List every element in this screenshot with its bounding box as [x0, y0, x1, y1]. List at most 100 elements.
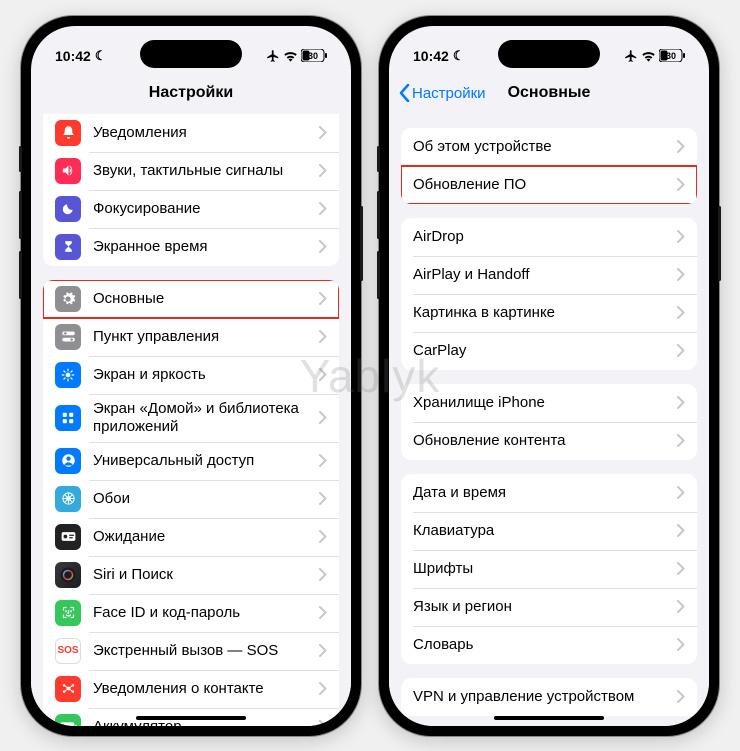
standby-icon: [55, 524, 81, 550]
settings-row[interactable]: Экранное время: [43, 228, 339, 266]
sos-icon: SOS: [55, 638, 81, 664]
bell-icon: [55, 120, 81, 146]
settings-row[interactable]: Siri и Поиск: [43, 556, 339, 594]
settings-row[interactable]: Ожидание: [43, 518, 339, 556]
status-icons: 30: [266, 49, 327, 63]
chevron-right-icon: [319, 492, 327, 505]
row-label: Экстренный вызов — SOS: [93, 642, 313, 660]
settings-row[interactable]: Словарь: [401, 626, 697, 664]
chevron-right-icon: [319, 202, 327, 215]
row-label: Экранное время: [93, 238, 313, 256]
dynamic-island: [140, 40, 242, 68]
chevron-right-icon: [319, 530, 327, 543]
general-list[interactable]: Об этом устройстве Обновление ПО AirDrop Ai…: [389, 114, 709, 726]
chevron-right-icon: [319, 292, 327, 305]
chevron-right-icon: [677, 396, 685, 409]
settings-row[interactable]: Дата и время: [401, 474, 697, 512]
row-label: Уведомления о контакте: [93, 680, 313, 698]
sun-icon: [55, 362, 81, 388]
settings-row[interactable]: Обновление контента: [401, 422, 697, 460]
row-label: Пункт управления: [93, 328, 313, 346]
faceid-icon: [55, 600, 81, 626]
settings-row[interactable]: CarPlay: [401, 332, 697, 370]
settings-row[interactable]: Основные: [43, 280, 339, 318]
speaker-icon: [55, 158, 81, 184]
settings-row[interactable]: Хранилище iPhone: [401, 384, 697, 422]
row-label: VPN и управление устройством: [413, 688, 671, 706]
gear-icon: [55, 286, 81, 312]
home-indicator[interactable]: [494, 716, 604, 720]
row-label: Язык и регион: [413, 598, 671, 616]
chevron-right-icon: [319, 606, 327, 619]
chevron-right-icon: [677, 268, 685, 281]
settings-list[interactable]: Уведомления Звуки, тактильные сигналы Фоку…: [31, 114, 351, 726]
chevron-right-icon: [677, 230, 685, 243]
hourglass-icon: [55, 234, 81, 260]
sparkle-icon: [55, 676, 81, 702]
settings-row[interactable]: Обновление ПО: [401, 166, 697, 204]
settings-row[interactable]: Язык и регион: [401, 588, 697, 626]
row-label: Экран «Домой» и библиотека приложений: [93, 400, 313, 436]
settings-group: Об этом устройстве Обновление ПО: [401, 128, 697, 204]
settings-group: Дата и время Клавиатура Шрифты Язык и регио…: [401, 474, 697, 664]
settings-row[interactable]: VPN и управление устройством: [401, 678, 697, 716]
chevron-right-icon: [319, 368, 327, 381]
row-label: Хранилище iPhone: [413, 394, 671, 412]
chevron-right-icon: [319, 644, 327, 657]
svg-text:30: 30: [308, 51, 318, 61]
settings-row[interactable]: Универсальный доступ: [43, 442, 339, 480]
settings-row[interactable]: Уведомления о контакте: [43, 670, 339, 708]
settings-row[interactable]: Уведомления: [43, 114, 339, 152]
settings-row[interactable]: Обои: [43, 480, 339, 518]
row-label: Клавиатура: [413, 522, 671, 540]
status-time: 10:42: [413, 48, 449, 64]
settings-row[interactable]: Экран и яркость: [43, 356, 339, 394]
row-label: Звуки, тактильные сигналы: [93, 162, 313, 180]
chevron-right-icon: [319, 164, 327, 177]
grid-icon: [55, 405, 81, 431]
settings-row[interactable]: AirDrop: [401, 218, 697, 256]
settings-row[interactable]: Экран «Домой» и библиотека приложений: [43, 394, 339, 442]
phone-right: 10:42 ☾ 30 Настройки Основные Об этом ус…: [379, 16, 719, 736]
nav-header: Настройки: [31, 74, 351, 114]
row-label: Шрифты: [413, 560, 671, 578]
settings-row[interactable]: Об этом устройстве: [401, 128, 697, 166]
row-label: Словарь: [413, 636, 671, 654]
chevron-right-icon: [677, 486, 685, 499]
row-label: Face ID и код-пароль: [93, 604, 313, 622]
chevron-right-icon: [319, 240, 327, 253]
home-indicator[interactable]: [136, 716, 246, 720]
moon-icon: [55, 196, 81, 222]
settings-row[interactable]: Клавиатура: [401, 512, 697, 550]
wifi-icon: [641, 50, 656, 62]
chevron-right-icon: [677, 690, 685, 703]
settings-row[interactable]: Картинка в картинке: [401, 294, 697, 332]
nav-header: Настройки Основные: [389, 74, 709, 114]
settings-row[interactable]: Фокусирование: [43, 190, 339, 228]
flower-icon: [55, 486, 81, 512]
back-label: Настройки: [412, 85, 486, 102]
row-label: Обновление контента: [413, 432, 671, 450]
settings-row[interactable]: Звуки, тактильные сигналы: [43, 152, 339, 190]
settings-row[interactable]: AirPlay и Handoff: [401, 256, 697, 294]
row-label: AirPlay и Handoff: [413, 266, 671, 284]
siri-icon: [55, 562, 81, 588]
svg-text:30: 30: [666, 51, 676, 61]
row-label: Основные: [93, 290, 313, 308]
settings-row[interactable]: Пункт управления: [43, 318, 339, 356]
battery-icon: [55, 714, 81, 726]
chevron-right-icon: [319, 454, 327, 467]
chevron-right-icon: [677, 524, 685, 537]
settings-row[interactable]: Шрифты: [401, 550, 697, 588]
row-label: Картинка в картинке: [413, 304, 671, 322]
row-label: AirDrop: [413, 228, 671, 246]
settings-row[interactable]: SOS Экстренный вызов — SOS: [43, 632, 339, 670]
settings-row[interactable]: Face ID и код-пароль: [43, 594, 339, 632]
switches-icon: [55, 324, 81, 350]
phone-left: 10:42 ☾ 30 Настройки УведомленияЗвуки, т…: [21, 16, 361, 736]
back-button[interactable]: Настройки: [399, 84, 486, 102]
row-label: Об этом устройстве: [413, 138, 671, 156]
settings-group: VPN и управление устройством: [401, 678, 697, 716]
row-label: Обновление ПО: [413, 176, 671, 194]
dnd-moon-icon: ☾: [453, 48, 465, 64]
